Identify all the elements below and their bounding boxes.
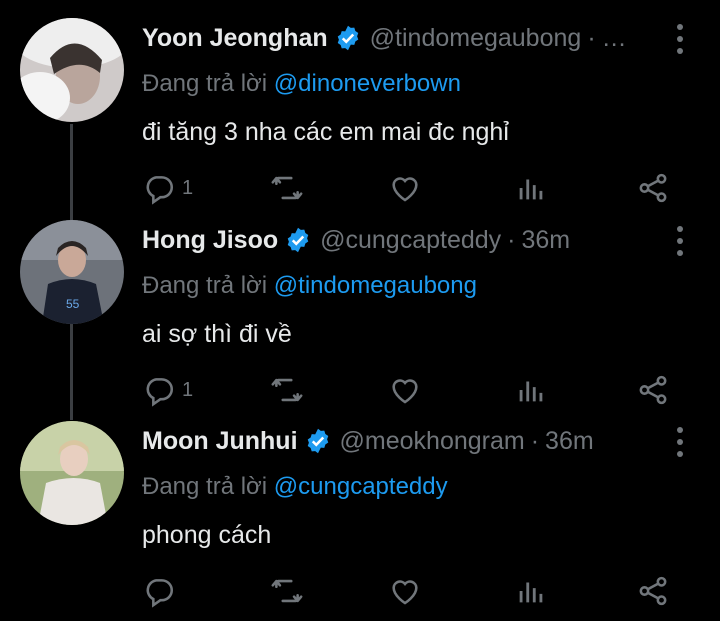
action-bar	[142, 571, 720, 611]
share-icon	[639, 576, 667, 606]
stats-icon	[519, 179, 543, 200]
timestamp[interactable]: 36m	[545, 427, 594, 456]
share-icon	[639, 173, 667, 203]
handle[interactable]: @cungcapteddy	[320, 226, 501, 255]
share-button[interactable]	[636, 370, 670, 410]
verified-badge-icon	[307, 428, 328, 454]
separator: ·	[530, 426, 540, 455]
avatar[interactable]: 55	[20, 220, 124, 324]
display-name[interactable]: Hong Jisoo	[142, 226, 278, 255]
mention-link[interactable]: @cungcapteddy	[274, 473, 448, 500]
reply-count: 1	[182, 176, 194, 199]
more-icon[interactable]	[674, 226, 686, 256]
retweet-button[interactable]	[270, 168, 304, 208]
avatar[interactable]	[20, 18, 124, 122]
tweet-text: đi tăng 3 nha các em mai đc nghỉ	[142, 118, 509, 146]
like-button[interactable]	[388, 571, 422, 611]
stats-icon	[519, 582, 543, 603]
action-bar: 1	[142, 168, 720, 208]
reply-icon	[146, 579, 174, 608]
verified-badge-icon	[337, 25, 358, 51]
like-icon	[392, 580, 418, 605]
retweet-icon	[271, 579, 303, 603]
like-icon	[392, 177, 418, 202]
more-icon[interactable]	[674, 24, 686, 54]
retweet-button[interactable]	[270, 571, 304, 611]
timestamp[interactable]: 36m	[522, 226, 571, 255]
handle[interactable]: @meokhongram	[340, 427, 525, 456]
verified-badge-icon	[287, 227, 309, 253]
display-name[interactable]: Moon Junhui	[142, 427, 298, 456]
tweet[interactable]: Moon Junhui @meokhongram · 36m Đang trả …	[0, 421, 720, 621]
avatar-image: 55	[20, 220, 124, 324]
separator: ·	[587, 23, 596, 52]
avatar-image	[20, 421, 124, 525]
reply-button[interactable]	[142, 571, 182, 611]
retweet-button[interactable]	[270, 370, 304, 410]
stats-button[interactable]	[514, 370, 548, 410]
display-name[interactable]: Yoon Jeonghan	[142, 24, 328, 53]
like-button[interactable]	[388, 370, 422, 410]
mention-link[interactable]: @dinoneverbown	[274, 70, 461, 97]
like-icon	[392, 379, 418, 404]
reply-icon	[146, 378, 174, 407]
tweet[interactable]: Yoon Jeonghan @tindomegaubong · … Đang t…	[0, 18, 720, 218]
tweet[interactable]: 55 Hong Jisoo @cungcapteddy · 36m Đang t…	[0, 220, 720, 420]
replying-to: Đang trả lời @cungcapteddy	[142, 473, 448, 501]
retweet-icon	[271, 378, 303, 402]
share-button[interactable]	[636, 571, 670, 611]
retweet-icon	[271, 176, 303, 200]
stats-button[interactable]	[514, 571, 548, 611]
timestamp[interactable]: …	[602, 24, 627, 53]
share-icon	[639, 375, 667, 405]
replying-prefix: Đang trả lời	[142, 70, 274, 97]
tweet-text: phong cách	[142, 521, 272, 549]
stats-icon	[519, 381, 543, 402]
avatar[interactable]	[20, 421, 124, 525]
replying-prefix: Đang trả lời	[142, 473, 274, 500]
reply-button[interactable]: 1	[142, 370, 193, 410]
action-bar: 1	[142, 370, 720, 410]
replying-prefix: Đang trả lời	[142, 272, 274, 299]
more-icon[interactable]	[674, 427, 686, 457]
handle[interactable]: @tindomegaubong	[370, 24, 582, 53]
replying-to: Đang trả lời @dinoneverbown	[142, 70, 461, 98]
reply-button[interactable]: 1	[142, 168, 193, 208]
stats-button[interactable]	[514, 168, 548, 208]
tweet-text: ai sợ thì đi về	[142, 320, 292, 348]
svg-text:55: 55	[66, 297, 80, 311]
mention-link[interactable]: @tindomegaubong	[274, 272, 477, 299]
avatar-image	[20, 18, 124, 122]
share-button[interactable]	[636, 168, 670, 208]
like-button[interactable]	[388, 168, 422, 208]
reply-count: 1	[182, 378, 194, 401]
separator: ·	[507, 225, 516, 254]
reply-icon	[146, 176, 174, 205]
replying-to: Đang trả lời @tindomegaubong	[142, 272, 477, 300]
